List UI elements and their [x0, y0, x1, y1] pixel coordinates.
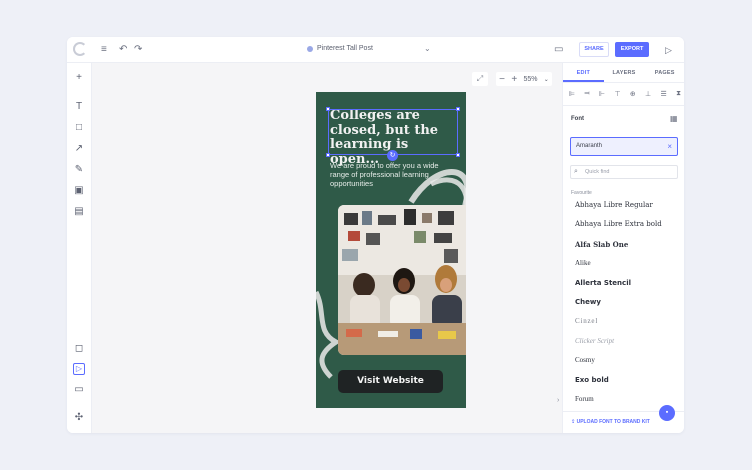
fit-screen-icon[interactable]: ⤢	[472, 72, 488, 86]
selection-box[interactable]: ↻	[326, 107, 460, 161]
font-list-item[interactable]: Cinzel	[575, 312, 679, 331]
font-list-item[interactable]: Clicker Script	[575, 332, 679, 351]
font-list-item[interactable]: Abhaya Libre Extra bold	[575, 215, 679, 234]
align-middle-icon[interactable]: ⊕	[630, 90, 636, 98]
font-list-item[interactable]: Cosmy	[575, 351, 679, 370]
zoom-value[interactable]: 55%	[523, 76, 537, 83]
pen-icon[interactable]: ✎	[73, 164, 85, 176]
alignment-toolbar: ⊫ ⫤ ⊩ ⊤ ⊕ ⊥ ☰ ⧗	[569, 90, 681, 98]
properties-panel: EDIT LAYERS PAGES ⊫ ⫤ ⊩ ⊤ ⊕ ⊥ ☰ ⧗ Font ▦…	[562, 63, 684, 433]
font-search-input[interactable]: ⌕ Quick find	[570, 165, 678, 179]
font-family-input[interactable]: Amaranth ×	[570, 137, 678, 156]
crop-icon[interactable]: ◻	[73, 343, 85, 355]
align-top-icon[interactable]: ⊤	[614, 90, 620, 98]
close-icon[interactable]: ×	[667, 138, 672, 155]
grid-icon[interactable]: ▦	[670, 114, 678, 123]
resize-handle[interactable]	[456, 153, 460, 157]
font-list-item[interactable]: Allerta Stencil	[575, 274, 679, 293]
poster-photo[interactable]	[338, 205, 466, 355]
align-center-h-icon[interactable]: ⫤	[584, 90, 589, 98]
left-toolbar: + T □ ↗ ✎ ▣ ▤ ◻ ▷ ▭ ✣	[67, 63, 92, 433]
font-search-placeholder: Quick find	[585, 169, 610, 175]
play-icon[interactable]: ▷	[665, 44, 672, 56]
chat-icon[interactable]: ▪	[659, 405, 675, 421]
visit-website-button[interactable]: Visit Website	[338, 370, 443, 393]
align-right-icon[interactable]: ⊩	[599, 90, 605, 98]
font-list-item[interactable]: Alike	[575, 254, 679, 273]
classroom-photo-illustration	[338, 205, 466, 355]
collapse-panel-icon[interactable]: ›	[557, 397, 559, 404]
undo-icon[interactable]: ↶	[119, 44, 127, 56]
font-list-item[interactable]: Exo bold	[575, 371, 679, 390]
hamburger-icon[interactable]: ≡	[101, 44, 107, 56]
poster-artboard[interactable]: Colleges are closed, but the learning is…	[316, 92, 466, 408]
table-icon[interactable]: ▤	[73, 206, 85, 218]
resize-handle[interactable]	[326, 107, 330, 111]
document-title[interactable]: Pinterest Tall Post	[307, 45, 373, 52]
select-icon[interactable]: ▷	[73, 363, 85, 375]
zoom-control: − + 55% ⌄	[496, 72, 552, 86]
redo-icon[interactable]: ↷	[134, 44, 142, 56]
app-logo[interactable]	[73, 42, 87, 56]
keyboard-icon[interactable]: ▭	[73, 384, 85, 396]
top-bar: ≡ ↶ ↷ Pinterest Tall Post ⌄ ▭ SHARE EXPO…	[67, 37, 684, 63]
comment-icon[interactable]: ▭	[554, 44, 563, 56]
text-icon[interactable]: T	[73, 101, 85, 113]
image-icon[interactable]: ▣	[73, 185, 85, 197]
rotate-icon[interactable]: ↻	[387, 150, 398, 161]
chevron-down-icon[interactable]: ⌄	[544, 76, 549, 83]
shape-icon[interactable]: □	[73, 122, 85, 134]
font-list: Abhaya Libre Regular Abhaya Libre Extra …	[575, 196, 679, 409]
upload-icon: ⇪	[571, 419, 576, 425]
document-title-label: Pinterest Tall Post	[317, 45, 373, 52]
zoom-in-button[interactable]: +	[511, 74, 517, 85]
export-button[interactable]: EXPORT	[615, 42, 649, 57]
font-list-item[interactable]: Abhaya Libre Regular	[575, 196, 679, 215]
align-bottom-icon[interactable]: ⊥	[645, 90, 651, 98]
share-button[interactable]: SHARE	[579, 42, 609, 57]
upload-font-label: UPLOAD FONT TO BRAND KIT	[576, 419, 650, 425]
editor-window: ≡ ↶ ↷ Pinterest Tall Post ⌄ ▭ SHARE EXPO…	[67, 37, 684, 433]
tab-layers[interactable]: LAYERS	[604, 63, 645, 82]
distribute-icon[interactable]: ☰	[660, 90, 666, 98]
font-section-label: Font	[571, 116, 584, 122]
spacing-icon[interactable]: ⧗	[676, 90, 681, 98]
align-left-icon[interactable]: ⊫	[569, 90, 575, 98]
font-list-item[interactable]: Chewy	[575, 293, 679, 312]
tab-pages[interactable]: PAGES	[644, 63, 684, 82]
resize-handle[interactable]	[456, 107, 460, 111]
chevron-down-icon[interactable]: ⌄	[424, 44, 431, 53]
panel-tabs: EDIT LAYERS PAGES	[563, 63, 684, 83]
canvas-area[interactable]: ⤢ − + 55% ⌄ Colleges are closed, but the…	[92, 63, 562, 433]
line-icon[interactable]: ↗	[73, 143, 85, 155]
document-type-icon	[307, 45, 313, 52]
font-family-value: Amaranth	[576, 143, 603, 149]
tab-edit[interactable]: EDIT	[563, 63, 604, 82]
divider	[563, 105, 684, 106]
settings-icon[interactable]: ✣	[73, 412, 85, 424]
poster-subtext[interactable]: We are proud to offer you a wide range o…	[330, 161, 448, 188]
zoom-out-button[interactable]: −	[499, 74, 505, 85]
plus-icon[interactable]: +	[73, 72, 85, 84]
font-list-item[interactable]: Alfa Slab One	[575, 235, 679, 254]
search-icon: ⌕	[574, 168, 578, 175]
resize-handle[interactable]	[326, 153, 330, 157]
